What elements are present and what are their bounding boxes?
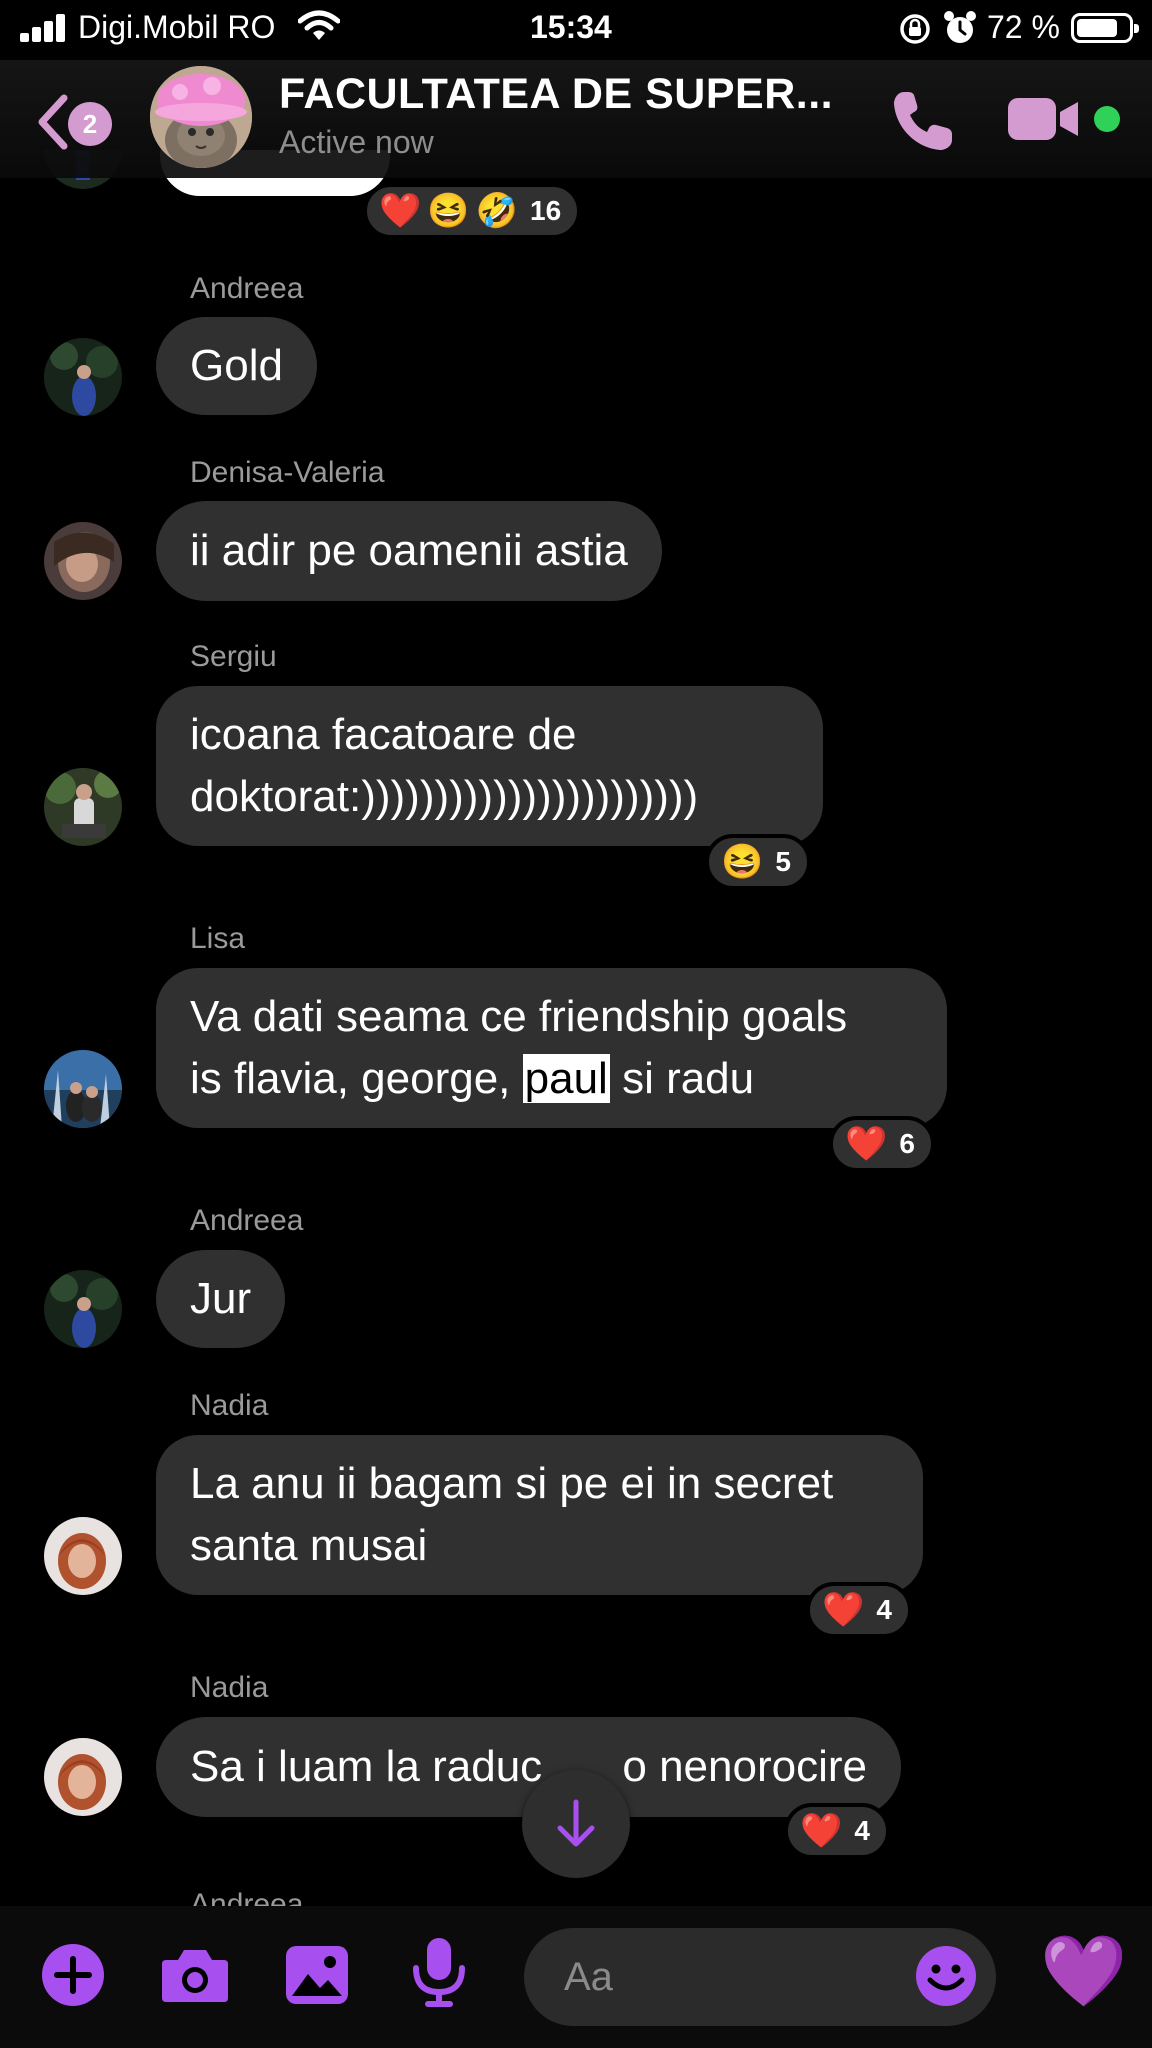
reaction-emoji: 😆: [427, 192, 470, 230]
message-bubble[interactable]: Jur: [156, 1250, 286, 1348]
sender-name: Andreea: [190, 272, 304, 305]
reaction-count: 4: [876, 1594, 892, 1625]
message-text: o nenorocire: [622, 1742, 867, 1791]
message-bubble[interactable]: icoana facatoare de doktorat:)))))))))))…: [156, 686, 823, 846]
wifi-icon: [297, 10, 341, 47]
video-camera-icon: [1008, 98, 1078, 140]
alarm-icon: [943, 10, 977, 51]
message-bubble[interactable]: Va dati seama ce friendship goals is fla…: [156, 968, 947, 1128]
avatar[interactable]: [44, 338, 122, 416]
sender-name: Sergiu: [190, 640, 277, 673]
message-text: Gold: [190, 341, 283, 390]
message-input-wrapper: [524, 1928, 996, 2026]
reaction-count: 6: [899, 1128, 915, 1159]
reaction-emoji: ❤️: [845, 1125, 888, 1163]
sender-name: Nadia: [190, 1671, 269, 1704]
camera-button[interactable]: [160, 1946, 230, 2009]
sender-name: Andreea: [190, 1204, 304, 1237]
status-bar: Digi.Mobil RO 15:34 72 %: [0, 0, 1152, 60]
avatar[interactable]: [44, 1050, 122, 1128]
arrow-down-icon: [557, 1799, 595, 1847]
emoji-button[interactable]: [914, 1944, 978, 2013]
gallery-button[interactable]: [284, 1944, 350, 2011]
reaction-summary[interactable]: ❤️ 😆 🤣 16: [363, 183, 582, 239]
reaction-count: 4: [854, 1815, 870, 1846]
chat-title[interactable]: FACULTATEA DE SUPER...: [279, 70, 833, 119]
sender-name: Denisa-Valeria: [190, 456, 385, 489]
avatar[interactable]: [44, 522, 122, 600]
reaction-count: 5: [775, 846, 791, 877]
avatar[interactable]: [44, 1517, 122, 1595]
message-bubble[interactable]: La anu ii bagam si pe ei in secret santa…: [156, 1435, 923, 1595]
image-icon: [286, 1946, 348, 2004]
reaction-emoji: ❤️: [822, 1591, 865, 1629]
reaction-summary[interactable]: 😆 5: [705, 834, 811, 890]
message-bubble[interactable]: ii adir pe oamenii astia: [156, 501, 662, 601]
message-text: Sa i luam la raduc: [190, 1742, 543, 1791]
message-bubble[interactable]: Gold: [156, 317, 317, 415]
sender-name: Lisa: [190, 922, 246, 955]
active-dot: [1094, 106, 1120, 132]
phone-icon: [894, 92, 952, 150]
video-call-button[interactable]: [1006, 94, 1082, 149]
highlighted-word: paul: [522, 1054, 610, 1103]
sender-name: Nadia: [190, 1389, 269, 1422]
reaction-emoji: 😆: [721, 843, 764, 881]
reaction-emoji: ❤️: [379, 192, 422, 230]
plus-icon: [42, 1944, 104, 2006]
carrier-name: Digi.Mobil RO: [78, 9, 276, 45]
message-text: Va dati seama ce friendship goals is fla…: [190, 992, 848, 1103]
message-input[interactable]: [564, 1950, 894, 2004]
group-avatar[interactable]: [150, 66, 252, 168]
avatar[interactable]: [44, 768, 122, 846]
message-composer: 💜: [0, 1906, 1152, 2048]
reaction-summary[interactable]: ❤️ 4: [806, 1582, 912, 1638]
reaction-count: 16: [530, 195, 562, 226]
reaction-summary[interactable]: ❤️ 4: [784, 1803, 890, 1859]
scroll-to-bottom-button[interactable]: [522, 1770, 630, 1878]
clock-time: 15:34: [530, 9, 612, 45]
voice-message-button[interactable]: [410, 1936, 468, 2013]
battery-percent: 72 %: [987, 9, 1060, 45]
sender-name: Andreea: [190, 1888, 304, 1906]
avatar[interactable]: [44, 1270, 122, 1348]
back-button[interactable]: 2: [34, 92, 124, 152]
signal-icon: [20, 14, 68, 42]
reaction-emoji: 🤣: [475, 192, 519, 230]
camera-icon: [162, 1950, 228, 2002]
message-text: La anu ii bagam si pe ei in secret santa…: [190, 1459, 834, 1570]
unread-badge: 2: [68, 102, 112, 146]
microphone-icon: [413, 1938, 465, 2007]
battery-icon: [1071, 13, 1139, 43]
add-button[interactable]: [40, 1942, 106, 2013]
chat-header: 2 FACULTATEA DE SUPER... Active now: [0, 60, 1152, 178]
reaction-emoji: ❤️: [800, 1812, 843, 1850]
back-chevron-icon: [38, 94, 68, 150]
emoji-icon: [916, 1946, 976, 2006]
message-text: icoana facatoare de doktorat:)))))))))))…: [190, 710, 699, 821]
message-text: ii adir pe oamenii astia: [190, 526, 628, 575]
rotation-lock-icon: [898, 12, 932, 51]
heart-icon[interactable]: 💜: [1040, 1936, 1127, 2006]
reaction-summary[interactable]: ❤️ 6: [829, 1116, 935, 1172]
call-button[interactable]: [890, 88, 954, 159]
avatar[interactable]: [44, 1738, 122, 1816]
message-text: Jur: [190, 1274, 252, 1323]
active-status: Active now: [279, 124, 434, 160]
